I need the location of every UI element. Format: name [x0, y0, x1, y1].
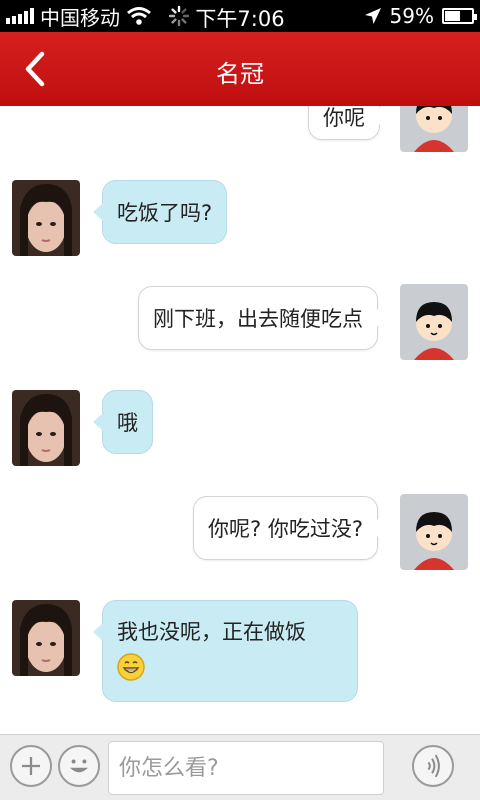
voice-icon[interactable] [412, 745, 454, 787]
contact-avatar[interactable] [12, 600, 80, 676]
chat-title: 名冠 [216, 60, 264, 88]
message-text: 刚下班，出去随便吃点 [153, 307, 363, 331]
grinning-face-icon [117, 653, 145, 681]
battery-icon [442, 8, 477, 24]
message-text: 我也没呢，正在做饭 [117, 620, 306, 644]
input-bar [0, 734, 480, 800]
incoming-message[interactable]: 哦 [93, 390, 153, 454]
message-text: 哦 [117, 411, 138, 435]
my-avatar[interactable] [400, 106, 468, 152]
outgoing-message[interactable]: 你呢? 你吃过没? [193, 496, 387, 560]
contact-avatar[interactable] [12, 180, 80, 256]
smiley-icon[interactable] [58, 745, 100, 787]
my-avatar[interactable] [400, 494, 468, 570]
outgoing-message[interactable]: 刚下班，出去随便吃点 [138, 286, 387, 350]
battery-percent: 59% [389, 4, 434, 28]
contact-avatar[interactable] [12, 390, 80, 466]
message-text: 你呢? 你吃过没? [208, 517, 363, 541]
chat-header: 名冠 [0, 32, 480, 106]
message-input[interactable] [108, 741, 384, 795]
message-text: 吃饭了吗? [117, 201, 213, 225]
my-avatar[interactable] [400, 284, 468, 360]
status-bar: 中国移动 下午7:06 59% [0, 0, 480, 32]
message-text: 你呢 [323, 106, 365, 130]
outgoing-message[interactable]: 你呢 [308, 106, 389, 140]
incoming-message[interactable]: 吃饭了吗? [93, 180, 228, 244]
location-arrow-icon [364, 8, 381, 24]
incoming-message[interactable]: 我也没呢，正在做饭 [93, 600, 358, 702]
message-list[interactable]: 你呢 吃饭了吗? 刚下班，出去随便吃点 哦 你呢? 你吃过没? 我也没呢，正在做… [0, 106, 480, 734]
plus-icon[interactable] [10, 745, 52, 787]
